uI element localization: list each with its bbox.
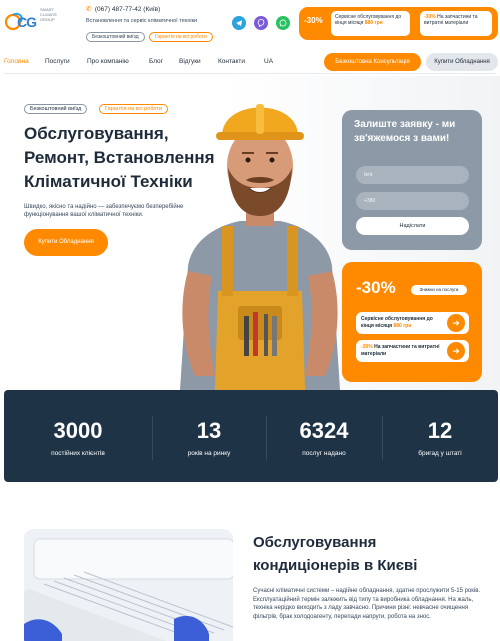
header-tagline: Встановлення та сервіс кліматичної техні… (86, 18, 198, 24)
buy-equipment-header-button[interactable]: Купити Обладнання (426, 53, 498, 71)
form-title: Залиште заявку - ми зв'яжемося з вами! (354, 119, 456, 144)
name-field[interactable] (356, 166, 469, 184)
phone-field[interactable] (356, 192, 469, 210)
nav-divider (4, 73, 496, 74)
discount-parts-row[interactable]: -30% На запчастини та витратні матеріали… (356, 340, 469, 362)
hero-buy-equipment-button[interactable]: Купити Обладнання (24, 229, 108, 256)
free-consultation-button[interactable]: Безкоштовна Консультація (324, 53, 421, 71)
nav-item-home[interactable]: Головна (4, 58, 29, 65)
free-visit-badge: Безкоштовний виїзд (86, 32, 145, 42)
nav-item-blog[interactable]: Блог (149, 58, 163, 65)
discount-badge: Знижки на послуги (411, 285, 467, 295)
arrow-right-icon[interactable]: ➜ (447, 314, 465, 332)
submit-button[interactable]: Надіслати (356, 217, 469, 235)
stat-label: послуг надано (302, 450, 346, 457)
promo-percent: -30% (304, 16, 323, 25)
main-nav: Головна Послуги Про компанію Блог Відгук… (0, 52, 500, 74)
discount-card: -30% Знижки на послуги Сервісне обслугов… (342, 262, 482, 382)
stat-value: 6324 (299, 418, 349, 443)
stat-teams: 12 бригад у штаті (382, 390, 498, 482)
discount-service-row[interactable]: Сервісне обслуговування до кінця місяця … (356, 312, 469, 334)
telegram-icon[interactable] (232, 16, 246, 30)
promo-parts-box: -30% На запчастини та витратні матеріали (420, 11, 492, 36)
discount-parts-pct: -30% (361, 344, 373, 350)
logo-caption: SMART CLIMATE GROUP (40, 7, 58, 22)
phone-number[interactable]: ✆ (067) 487-77-42 (Київ) (86, 5, 161, 14)
phone-text: (067) 487-77-42 (Київ) (94, 5, 161, 13)
site-header: CG SMART CLIMATE GROUP ✆ (067) 487-77-42… (0, 0, 500, 48)
stat-label: років на ринку (187, 450, 231, 457)
promo-service-box: Сервісне обслуговування до кінця місяця … (331, 11, 410, 36)
nav-item-reviews[interactable]: Відгуки (179, 58, 201, 65)
nav-item-contacts[interactable]: Контакти (218, 58, 245, 65)
stat-label: бригад у штаті (418, 450, 462, 457)
language-switch[interactable]: UA (264, 58, 273, 65)
stat-value: 3000 (53, 418, 103, 443)
ac-filter-illustration (24, 529, 233, 641)
hero-section: Безкоштовний виїзд Гарантія на всі робот… (0, 76, 500, 390)
request-form-card: Залиште заявку - ми зв'яжемося з вами! Н… (342, 110, 482, 250)
arrow-right-icon[interactable]: ➜ (447, 342, 465, 360)
discount-service-price: 880 грн (393, 322, 412, 329)
hero-free-visit-badge: Безкоштовний виїзд (24, 104, 88, 114)
whatsapp-icon[interactable] (276, 16, 290, 30)
stats-bar: 3000 постійних клієнтів 13 років на ринк… (4, 390, 498, 482)
svg-text:CG: CG (17, 14, 37, 30)
warranty-badge: Гарантія на всі роботи (149, 32, 213, 42)
hero-warranty-badge: Гарантія на всі роботи (99, 104, 168, 114)
stat-services: 6324 послуг надано (266, 390, 382, 482)
header-promo-card[interactable]: -30% Сервісне обслуговування до кінця мі… (299, 7, 498, 40)
phone-icon: ✆ (86, 6, 92, 13)
stat-clients: 3000 постійних клієнтів (4, 390, 152, 482)
promo-service-price: 880 грн (364, 20, 383, 26)
nav-item-services[interactable]: Послуги (45, 58, 70, 65)
technician-photo (180, 104, 340, 390)
discount-parts-label: -30% На запчастини та витратні матеріали (361, 344, 441, 357)
ac-service-photo (24, 529, 233, 641)
section-title: Обслуговування кондиціонерів в Києві (253, 534, 418, 574)
discount-service-label: Сервісне обслуговування до кінця місяця … (361, 316, 441, 329)
stat-years: 13 років на ринку (152, 390, 266, 482)
stat-label: постійних клієнтів (51, 450, 105, 457)
stat-value: 12 (427, 418, 453, 443)
nav-item-about[interactable]: Про компанію (87, 58, 129, 65)
viber-icon[interactable] (254, 16, 268, 30)
section-text: Сучасні кліматичні системи – надійне обл… (253, 588, 481, 620)
stat-value: 13 (196, 418, 222, 443)
discount-parts-text: На запчастини та витратні матеріали (361, 344, 440, 357)
discount-percent: -30% (356, 278, 396, 297)
